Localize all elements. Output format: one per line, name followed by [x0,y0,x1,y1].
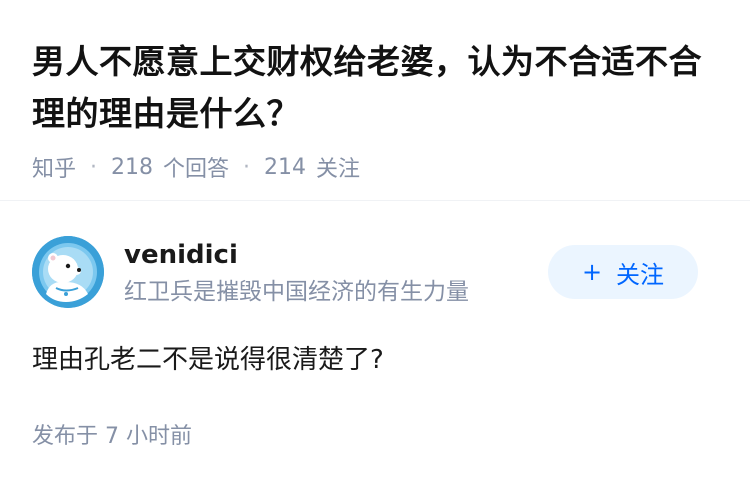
source-label[interactable]: 知乎 [32,151,76,183]
meta-separator: · [243,154,251,180]
plus-icon: + [581,258,603,286]
polar-bear-astronaut-icon [32,236,104,308]
meta-separator: · [90,154,98,180]
answer-content[interactable]: 理由孔老二不是说得很清楚了? [32,340,718,380]
question-header: 男人不愿意上交财权给老婆，认为不合适不合理的理由是什么？ 知乎 · 218 个回… [32,36,732,182]
follower-count: 214 [264,154,307,180]
author-name[interactable]: venidici [124,238,238,272]
question-title[interactable]: 男人不愿意上交财权给老婆，认为不合适不合理的理由是什么？ [32,36,732,140]
answer-count: 218 [111,154,154,180]
avatar[interactable] [32,236,104,308]
publish-time: 发布于 7 小时前 [32,424,192,449]
follow-button-label: 关注 [616,260,665,289]
follow-button[interactable]: + 关注 [548,245,698,299]
answer-count-label[interactable]: 个回答 [163,151,229,183]
question-meta: 知乎 · 218 个回答 · 214 关注 [32,151,732,183]
answer-card: venidici 红卫兵是摧毁中国经济的有生力量 + 关注 理由孔老二不是说得很… [32,236,718,452]
author-bio: 红卫兵是摧毁中国经济的有生力量 [124,279,469,305]
section-divider [0,200,750,201]
follower-count-label[interactable]: 关注 [316,151,360,183]
author-row: venidici 红卫兵是摧毁中国经济的有生力量 + 关注 [32,236,718,312]
